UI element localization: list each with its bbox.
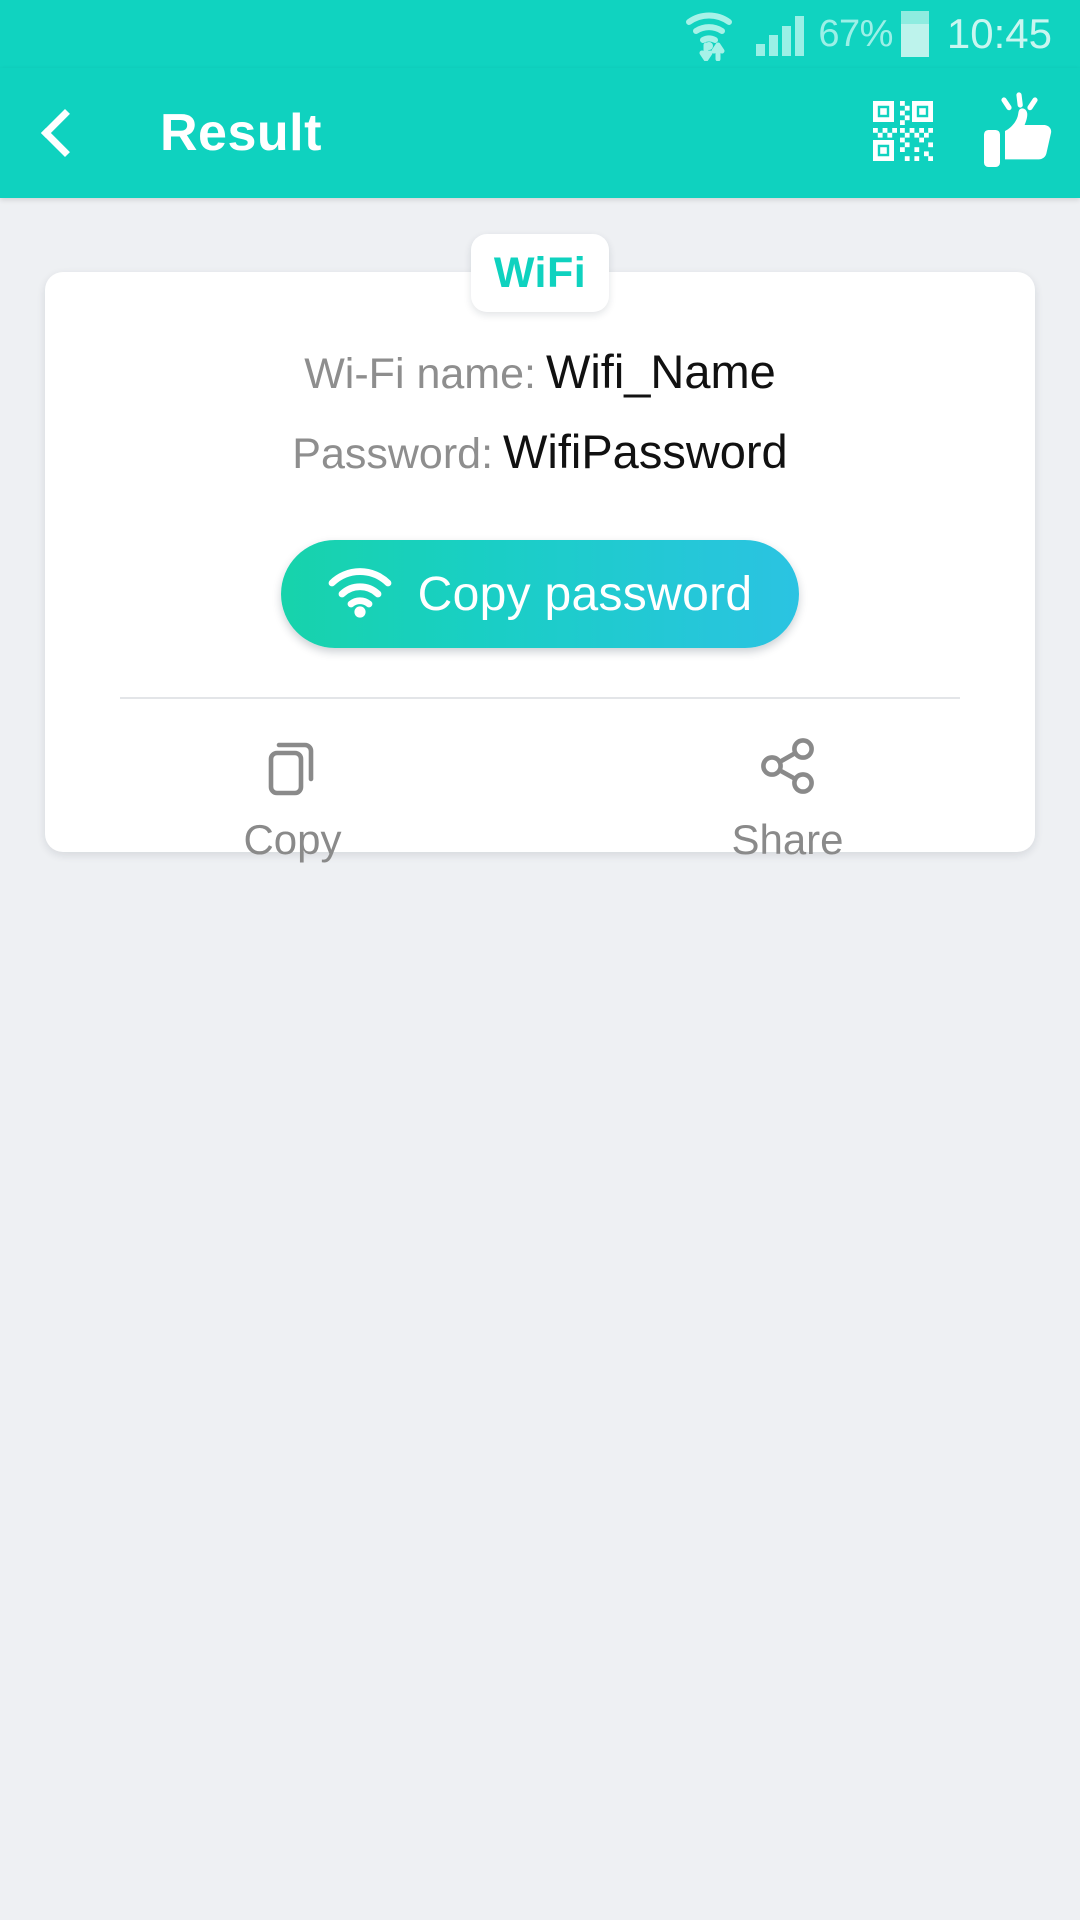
primary-action-row: Copy password [45,540,1035,648]
copy-icon [265,730,321,802]
signal-bar [769,35,779,56]
card-divider [120,697,960,699]
thumbs-up-icon [981,91,1061,175]
share-action-label: Share [731,816,844,863]
result-card: Wi-Fi name: Wifi_Name Password: WifiPass… [45,272,1035,863]
signal-bar [782,26,792,56]
battery-icon [900,11,929,57]
status-bar: 67% 10:45 [0,0,1080,68]
wifi-password-label: Password: [292,430,494,478]
cellular-signal-icon [756,12,805,56]
copy-action-label: Copy [243,816,342,863]
status-bar-clock: 10:45 [946,10,1052,57]
wifi-password-row: Password: WifiPassword [45,424,1035,504]
qr-code-icon [870,98,936,169]
app-bar: Result [0,68,1080,198]
wifi-icon [328,567,392,621]
copy-action[interactable]: Copy [45,730,540,864]
wifi-password-value: WifiPassword [503,425,788,478]
wifi-badge-tab: WiFi [471,234,609,312]
copy-password-button[interactable]: Copy password [281,540,799,648]
rate-app-button[interactable] [962,68,1080,198]
signal-bar [795,16,805,56]
page-title: Result [160,104,322,162]
wifi-badge-label: WiFi [493,248,587,297]
wifi-name-value: Wifi_Name [545,345,776,398]
wifi-name-label: Wi-Fi name: [304,350,536,398]
share-action[interactable]: Share [540,730,1035,864]
phone-screen: 67% 10:45 Result WiFi Wi-Fi name: Wifi_N… [0,0,1080,1920]
card-actions: Copy Share [45,730,1035,864]
back-chevron-icon [40,108,90,158]
back-button[interactable] [0,68,120,198]
wifi-name-row: Wi-Fi name: Wifi_Name [45,344,1035,424]
share-icon [757,730,819,802]
battery-percentage: 67% [818,12,893,55]
qr-code-button[interactable] [844,68,962,198]
wifi-signal-icon [684,7,746,61]
copy-password-label: Copy password [417,567,753,621]
signal-bar [756,44,766,56]
